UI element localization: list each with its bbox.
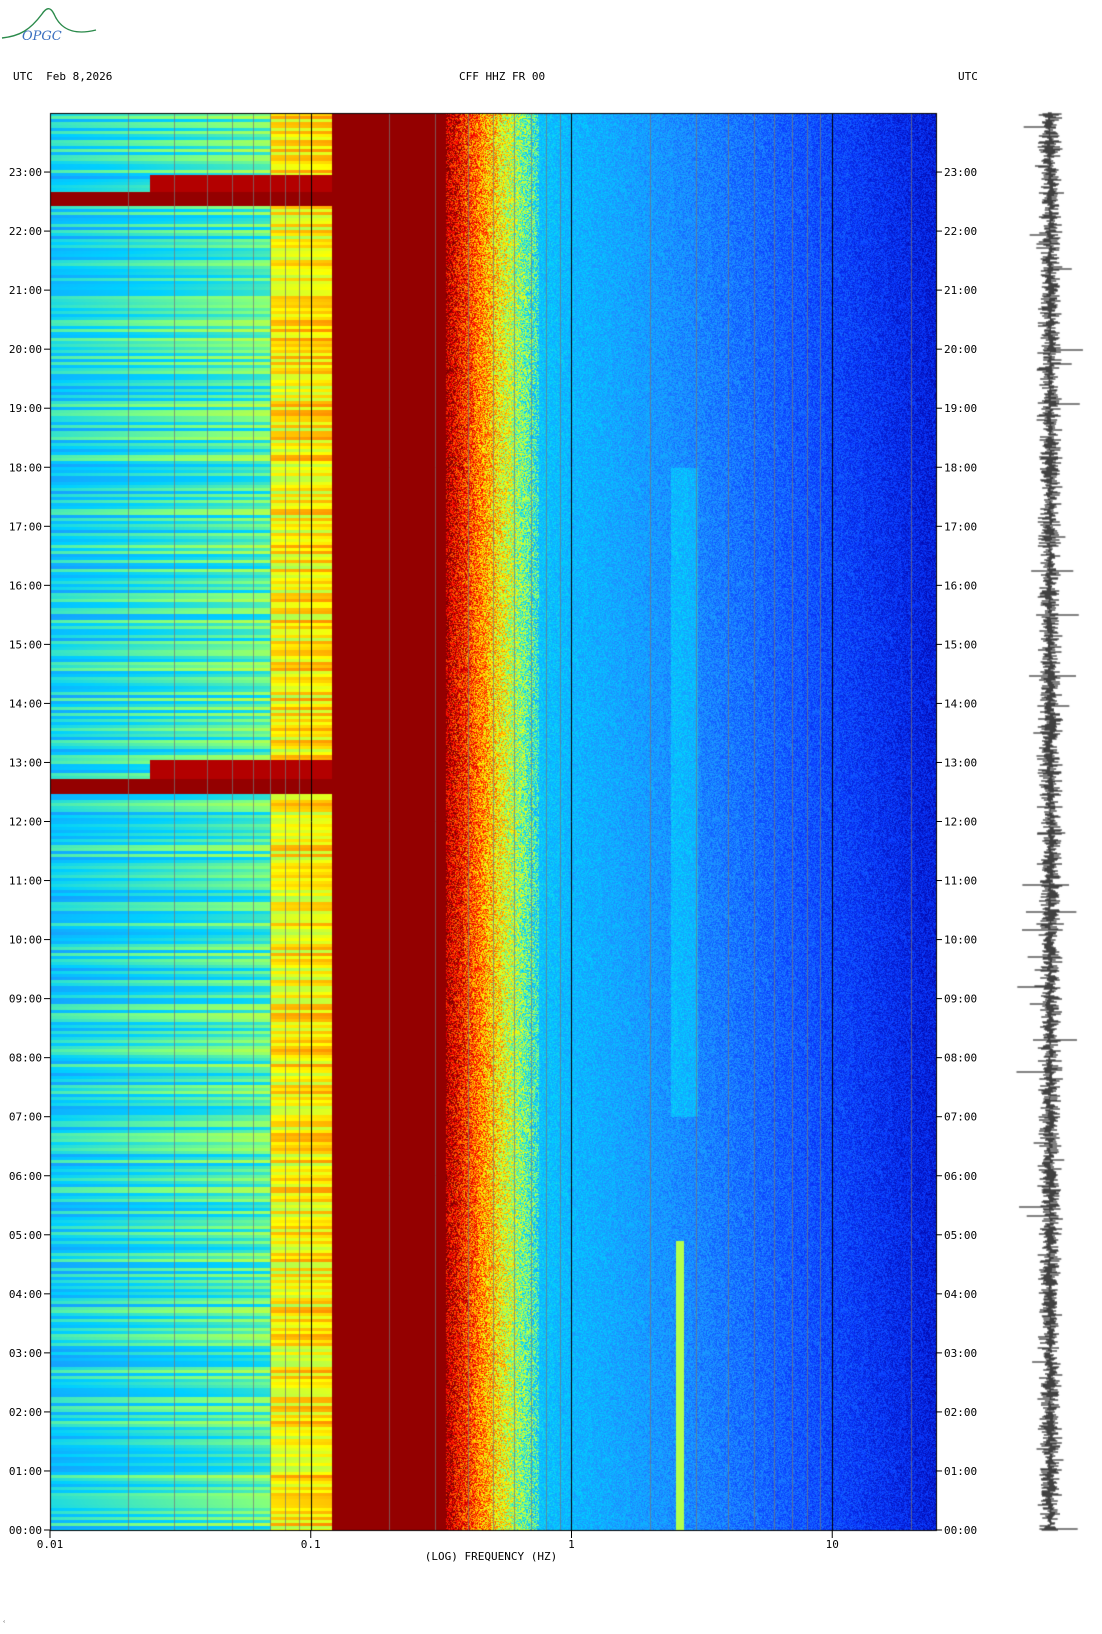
x-axis-label: (LOG) FREQUENCY (HZ) (425, 1550, 557, 1563)
y-tick-label-right: 05:00 (944, 1229, 977, 1242)
y-tick-label-right: 23:00 (944, 166, 977, 179)
y-tick-label-left: 15:00 (9, 638, 42, 651)
x-tick-label: 0.1 (301, 1538, 321, 1551)
y-tick-label-right: 03:00 (944, 1347, 977, 1360)
y-tick-label-right: 12:00 (944, 816, 977, 829)
y-tick-label-right: 09:00 (944, 993, 977, 1006)
y-tick-label-left: 10:00 (9, 934, 42, 947)
y-tick-label-right: 01:00 (944, 1465, 977, 1478)
x-axis: 0.01 0.1 1 10 (37, 1530, 839, 1551)
y-tick-label-left: 07:00 (9, 1111, 42, 1124)
y-axis: 00:00 00:00 01:00 01:00 02:00 02:00 03:00 03:00… (9, 166, 977, 1537)
y-tick-label-right: 00:00 (944, 1524, 977, 1537)
x-tick-label: 10 (826, 1538, 839, 1551)
y-tick-label-right: 10:00 (944, 934, 977, 947)
y-tick-label-right: 21:00 (944, 284, 977, 297)
y-tick-label-right: 02:00 (944, 1406, 977, 1419)
y-tick-label-left: 08:00 (9, 1052, 42, 1065)
y-tick-label-right: 14:00 (944, 697, 977, 710)
y-tick-label-left: 11:00 (9, 875, 42, 888)
y-tick-label-right: 22:00 (944, 225, 977, 238)
y-tick-label-left: 21:00 (9, 284, 42, 297)
y-tick-label-left: 19:00 (9, 402, 42, 415)
y-tick-label-right: 07:00 (944, 1111, 977, 1124)
y-tick-label-right: 19:00 (944, 402, 977, 415)
y-tick-label-left: 18:00 (9, 461, 42, 474)
y-tick-label-left: 16:00 (9, 579, 42, 592)
y-tick-label-left: 14:00 (9, 697, 42, 710)
y-tick-label-right: 11:00 (944, 875, 977, 888)
y-tick-label-left: 01:00 (9, 1465, 42, 1478)
y-tick-label-left: 03:00 (9, 1347, 42, 1360)
y-tick-label-left: 00:00 (9, 1524, 42, 1537)
y-tick-label-left: 05:00 (9, 1229, 42, 1242)
y-tick-label-right: 15:00 (944, 638, 977, 651)
y-tick-label-left: 23:00 (9, 166, 42, 179)
y-tick-label-left: 09:00 (9, 993, 42, 1006)
y-tick-label-right: 13:00 (944, 756, 977, 769)
x-tick-label: 0.01 (37, 1538, 64, 1551)
x-tick-label: 1 (568, 1538, 575, 1551)
y-tick-label-right: 20:00 (944, 343, 977, 356)
y-tick-label-right: 06:00 (944, 1170, 977, 1183)
y-tick-label-left: 04:00 (9, 1288, 42, 1301)
y-tick-label-right: 18:00 (944, 461, 977, 474)
chart-axes: 0.01 0.1 1 10 00:00 00:00 01:00 01:00 02:00 02:0… (9, 166, 977, 1563)
y-tick-label-right: 08:00 (944, 1052, 977, 1065)
y-tick-label-left: 02:00 (9, 1406, 42, 1419)
y-tick-label-left: 17:00 (9, 520, 42, 533)
y-tick-label-right: 04:00 (944, 1288, 977, 1301)
y-tick-label-left: 06:00 (9, 1170, 42, 1183)
y-tick-label-left: 12:00 (9, 816, 42, 829)
y-tick-label-right: 16:00 (944, 579, 977, 592)
y-tick-label-left: 22:00 (9, 225, 42, 238)
y-tick-label-right: 17:00 (944, 520, 977, 533)
y-tick-label-left: 13:00 (9, 756, 42, 769)
y-tick-label-left: 20:00 (9, 343, 42, 356)
